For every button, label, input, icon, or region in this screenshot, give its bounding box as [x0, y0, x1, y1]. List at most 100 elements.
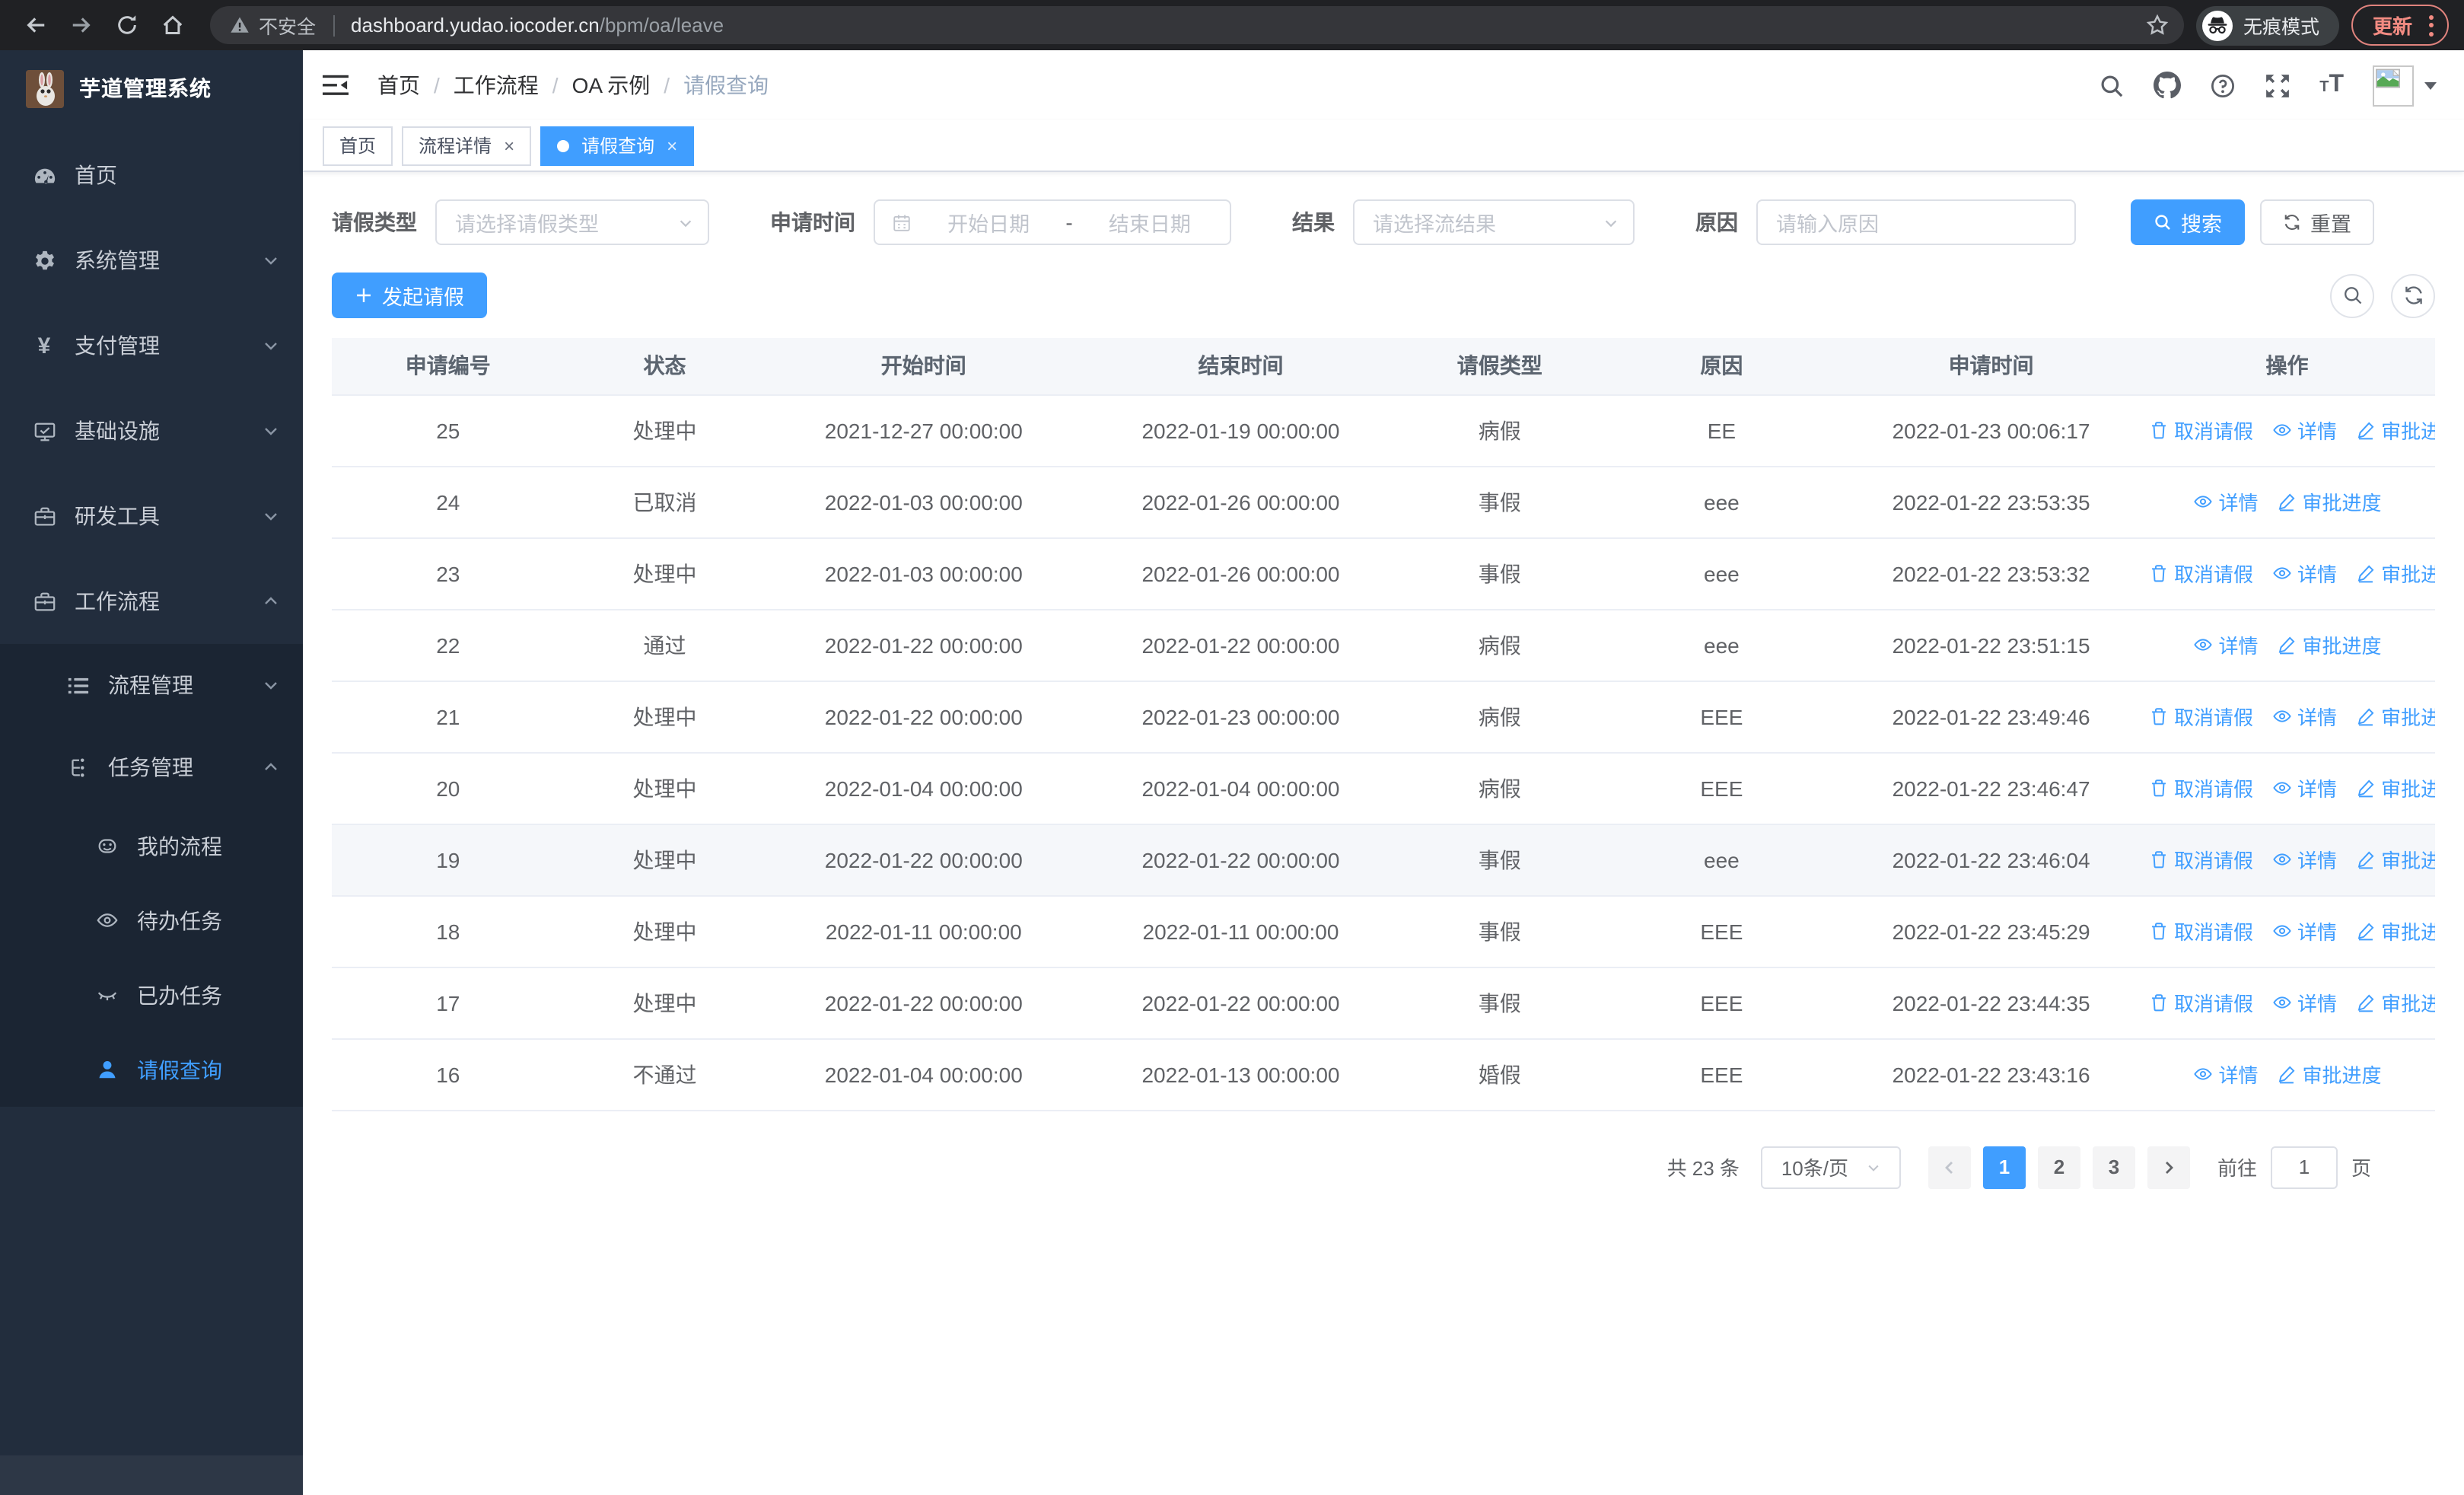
next-page-button[interactable] — [2147, 1146, 2190, 1188]
create-leave-button[interactable]: 发起请假 — [332, 273, 487, 318]
search-icon[interactable] — [2099, 72, 2125, 98]
cell-end: 2022-01-19 00:00:00 — [1082, 394, 1399, 467]
browser-home-icon[interactable] — [152, 5, 192, 45]
progress-action-link[interactable]: 审批进度 — [2355, 702, 2435, 731]
detail-action-link[interactable]: 详情 — [2192, 1060, 2259, 1089]
user-avatar[interactable] — [2373, 65, 2437, 106]
sidebar-item-已办任务[interactable]: 已办任务 — [0, 958, 303, 1032]
browser-reload-icon[interactable] — [107, 5, 146, 45]
detail-action-link[interactable]: 详情 — [2192, 487, 2259, 516]
cancel-action-link[interactable]: 取消请假 — [2148, 702, 2253, 731]
cancel-action-link[interactable]: 取消请假 — [2148, 416, 2253, 445]
breadcrumb-item[interactable]: OA 示例 — [572, 70, 651, 100]
table-row: 25 处理中 2021-12-27 00:00:00 2022-01-19 00:00… — [332, 394, 2435, 467]
sidebar-item-支付管理[interactable]: ¥ 支付管理 — [0, 303, 303, 388]
column-header: 操作 — [2139, 338, 2435, 395]
github-icon[interactable] — [2154, 72, 2182, 99]
progress-action-link[interactable]: 审批进度 — [2277, 487, 2382, 516]
table-header-row: 申请编号 状态 开始时间 结束时间 请假类型 原因 申请时间 操作 — [332, 338, 2435, 395]
app-logo[interactable]: 芋道管理系统 — [0, 50, 303, 126]
sidebar-item-基础设施[interactable]: 基础设施 — [0, 388, 303, 473]
cancel-action-link[interactable]: 取消请假 — [2148, 916, 2253, 945]
breadcrumb-item[interactable]: 工作流程 — [454, 70, 539, 100]
progress-action-link[interactable]: 审批进度 — [2277, 630, 2382, 659]
detail-action-link[interactable]: 详情 — [2271, 559, 2337, 588]
browser-back-icon[interactable] — [15, 5, 55, 45]
tab-请假查询[interactable]: 请假查询 × — [540, 126, 695, 165]
cell-apply: 2022-01-22 23:43:16 — [1843, 1038, 2139, 1111]
page-button-2[interactable]: 2 — [2037, 1146, 2080, 1188]
fullscreen-icon[interactable] — [2265, 72, 2291, 98]
breadcrumb-separator: / — [552, 73, 559, 97]
page-size-select[interactable]: 10条/页 — [1760, 1146, 1901, 1188]
leave-type-select[interactable]: 请选择请假类型 — [435, 199, 709, 245]
help-icon[interactable] — [2210, 72, 2236, 98]
sidebar-item-首页[interactable]: 首页 — [0, 132, 303, 218]
reset-button[interactable]: 重置 — [2260, 199, 2374, 245]
page-button-3[interactable]: 3 — [2092, 1146, 2135, 1188]
detail-action-link[interactable]: 详情 — [2271, 845, 2337, 874]
cancel-action-link[interactable]: 取消请假 — [2148, 845, 2253, 874]
refresh-table-button[interactable] — [2391, 273, 2435, 317]
cell-actions: 取消请假详情审批进度 — [2139, 967, 2435, 1039]
sidebar-item-流程管理[interactable]: 流程管理 — [0, 644, 303, 726]
sidebar-item-研发工具[interactable]: 研发工具 — [0, 473, 303, 559]
breadcrumb-item[interactable]: 首页 — [377, 70, 420, 100]
progress-action-link[interactable]: 审批进度 — [2355, 988, 2435, 1017]
address-bar[interactable]: 不安全 dashboard.yudao.iocoder.cn/bpm/oa/le… — [210, 6, 2184, 44]
cancel-action-link[interactable]: 取消请假 — [2148, 773, 2253, 802]
browser-update-button[interactable]: 更新 — [2351, 5, 2449, 46]
sidebar-item-系统管理[interactable]: 系统管理 — [0, 218, 303, 303]
sidebar-item-label: 首页 — [75, 163, 117, 187]
sidebar-item-我的流程[interactable]: 我的流程 — [0, 808, 303, 883]
close-icon[interactable]: × — [667, 135, 677, 156]
search-button[interactable]: 搜索 — [2131, 199, 2245, 245]
detail-action-link[interactable]: 详情 — [2192, 630, 2259, 659]
prev-page-button[interactable] — [1928, 1146, 1971, 1188]
cancel-action-link[interactable]: 取消请假 — [2148, 559, 2253, 588]
tab-流程详情[interactable]: 流程详情 × — [402, 126, 532, 165]
sidebar-item-待办任务[interactable]: 待办任务 — [0, 883, 303, 958]
avatar-image-placeholder — [2373, 65, 2414, 106]
progress-action-link[interactable]: 审批进度 — [2355, 773, 2435, 802]
breadcrumb: 首页 / 工作流程 / OA 示例 / 请假查询 — [377, 70, 769, 100]
progress-action-link[interactable]: 审批进度 — [2355, 559, 2435, 588]
goto-page-input[interactable] — [2270, 1146, 2338, 1188]
progress-action-link[interactable]: 审批进度 — [2277, 1060, 2382, 1089]
show-search-button[interactable] — [2330, 273, 2374, 317]
cell-actions: 详情 审批进度 — [2139, 466, 2435, 538]
progress-action-link[interactable]: 审批进度 — [2355, 845, 2435, 874]
bookmark-star-icon[interactable] — [2140, 8, 2175, 43]
sidebar: 芋道管理系统 首页系统管理 ¥ 支付管理 基础设施 研发工具 工作流程流程管理任务管理 我的… — [0, 50, 303, 1495]
detail-action-link[interactable]: 详情 — [2271, 988, 2337, 1017]
url-path: /bpm/oa/leave — [599, 14, 724, 37]
page-button-1[interactable]: 1 — [1982, 1146, 2026, 1188]
result-select[interactable]: 请选择流结果 — [1353, 199, 1635, 245]
sidebar-collapse-bar[interactable] — [0, 1455, 303, 1495]
briefcase-icon — [32, 589, 56, 614]
progress-action-link[interactable]: 审批进度 — [2355, 416, 2435, 445]
reason-input[interactable]: 请输入原因 — [1756, 199, 2076, 245]
browser-menu-icon[interactable] — [2426, 11, 2437, 39]
tab-首页[interactable]: 首页 — [323, 126, 393, 165]
apply-time-range-picker[interactable]: 开始日期 - 结束日期 — [874, 199, 1231, 245]
sidebar-item-label: 流程管理 — [108, 673, 193, 697]
detail-action-link[interactable]: 详情 — [2271, 773, 2337, 802]
chevron-down-icon — [677, 214, 694, 231]
detail-action-link[interactable]: 详情 — [2271, 416, 2337, 445]
date-start-input[interactable]: 开始日期 — [925, 207, 1052, 237]
font-size-icon[interactable]: TT — [2319, 72, 2344, 99]
sidebar-toggle-icon[interactable] — [323, 75, 349, 96]
browser-forward-icon[interactable] — [61, 5, 100, 45]
date-end-input[interactable]: 结束日期 — [1087, 207, 1213, 237]
sidebar-item-任务管理[interactable]: 任务管理 — [0, 726, 303, 808]
detail-action-link[interactable]: 详情 — [2271, 916, 2337, 945]
sidebar-item-工作流程[interactable]: 工作流程 — [0, 559, 303, 644]
column-header: 原因 — [1600, 338, 1844, 395]
security-warning[interactable]: 不安全 — [230, 11, 316, 40]
cancel-action-link[interactable]: 取消请假 — [2148, 988, 2253, 1017]
sidebar-item-请假查询[interactable]: 请假查询 — [0, 1032, 303, 1107]
progress-action-link[interactable]: 审批进度 — [2355, 916, 2435, 945]
close-icon[interactable]: × — [504, 135, 514, 156]
detail-action-link[interactable]: 详情 — [2271, 702, 2337, 731]
